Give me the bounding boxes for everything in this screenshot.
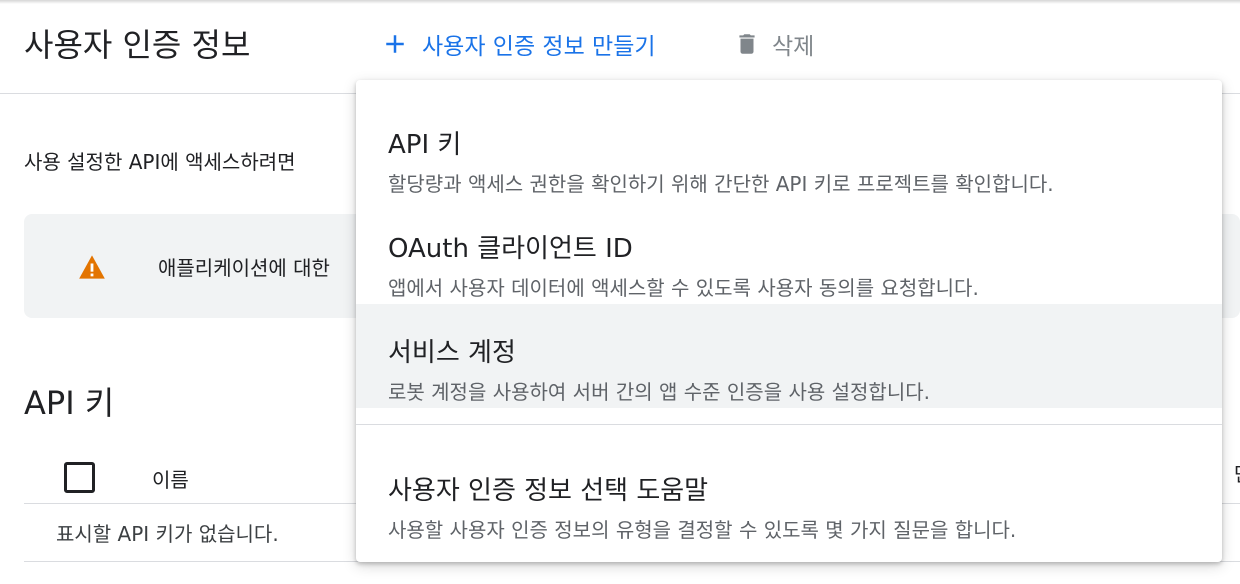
menu-item-help-me-choose[interactable]: 사용자 인증 정보 선택 도움말 사용할 사용자 인증 정보의 유형을 결정할 … <box>356 442 1222 546</box>
delete-label: 삭제 <box>772 34 815 60</box>
menu-item-description: 로봇 계정을 사용하여 서버 간의 앱 수준 인증을 사용 설정합니다. <box>388 380 930 404</box>
select-all-checkbox[interactable] <box>64 462 95 493</box>
menu-item-service-account[interactable]: 서비스 계정 로봇 계정을 사용하여 서버 간의 앱 수준 인증을 사용 설정합… <box>356 304 1222 408</box>
menu-item-title: 사용자 인증 정보 선택 도움말 <box>388 476 709 506</box>
menu-item-oauth-client-id[interactable]: OAuth 클라이언트 ID 앱에서 사용자 데이터에 액세스할 수 있도록 사… <box>356 200 1222 304</box>
menu-item-description: 사용할 사용자 인증 정보의 유형을 결정할 수 있도록 몇 가지 질문을 합니… <box>388 518 1017 542</box>
column-header-created[interactable]: 만시 <box>1234 458 1240 487</box>
delete-button[interactable]: 삭제 <box>734 24 814 64</box>
menu-item-title: OAuth 클라이언트 ID <box>388 234 633 264</box>
menu-item-description: 할당량과 액세스 권한을 확인하기 위해 간단한 API 키로 프로젝트를 확인… <box>388 172 1054 196</box>
create-credentials-label: 사용자 인증 정보 만들기 <box>422 34 656 60</box>
plus-icon <box>386 35 404 53</box>
warning-icon <box>79 255 105 279</box>
menu-item-title: 서비스 계정 <box>388 338 516 368</box>
description-text: 사용 설정한 API에 액세스하려면 <box>24 150 296 174</box>
column-header-name[interactable]: 이름 <box>152 464 189 493</box>
create-credentials-button[interactable]: 사용자 인증 정보 만들기 <box>380 24 656 64</box>
warning-text: 애플리케이션에 대한 <box>158 256 330 280</box>
trash-icon <box>739 34 755 54</box>
create-credentials-menu: API 키 할당량과 액세스 권한을 확인하기 위해 간단한 API 키로 프로… <box>356 80 1222 562</box>
page-title: 사용자 인증 정보 <box>24 26 251 64</box>
menu-divider <box>356 424 1222 425</box>
menu-item-title: API 키 <box>388 130 462 160</box>
api-keys-section-title: API 키 <box>24 384 115 422</box>
menu-item-description: 앱에서 사용자 데이터에 액세스할 수 있도록 사용자 동의를 요청합니다. <box>388 276 979 300</box>
menu-item-api-key[interactable]: API 키 할당량과 액세스 권한을 확인하기 위해 간단한 API 키로 프로… <box>356 96 1222 200</box>
empty-state-text: 표시할 API 키가 없습니다. <box>56 522 279 546</box>
